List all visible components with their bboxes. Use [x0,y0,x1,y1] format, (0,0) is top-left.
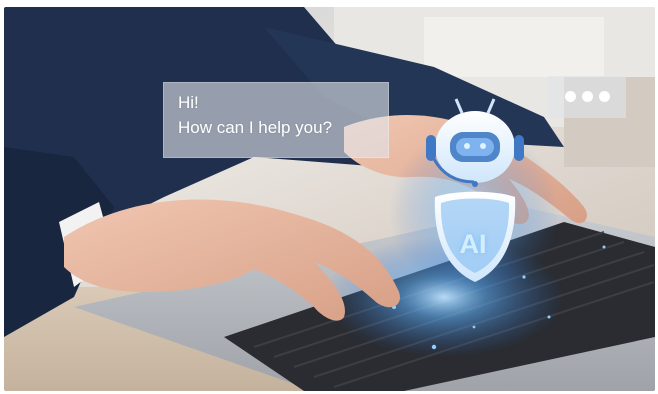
chat-greeting-text: Hi! [178,93,199,112]
typing-dot-icon [582,91,593,102]
robot-ai-badge: AI [459,229,487,259]
chat-question-text: How can I help you? [178,118,333,137]
photo-scene [4,7,655,391]
typing-dot-icon [599,91,610,102]
chat-message-bubble: Hi! How can I help you? [163,82,389,158]
ai-assistant-photo: AI [4,7,655,391]
typing-dot-icon [565,91,576,102]
typing-indicator-bubble [548,76,626,118]
